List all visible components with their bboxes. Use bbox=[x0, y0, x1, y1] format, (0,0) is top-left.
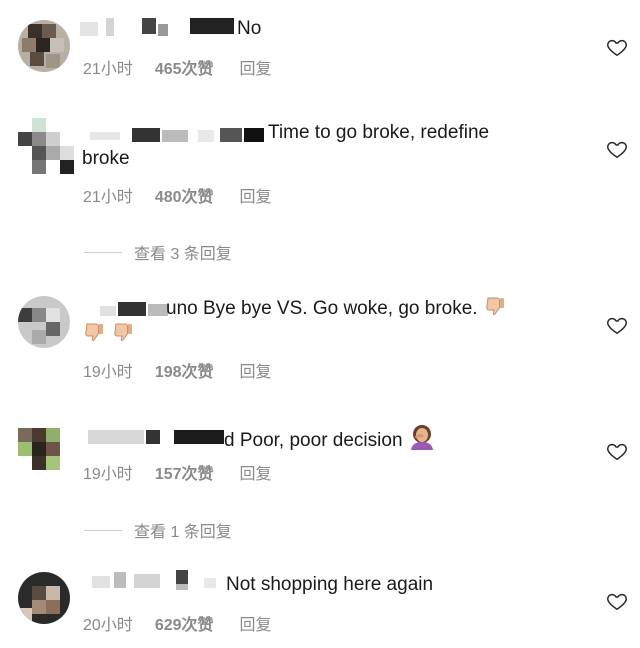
heart-outline-icon[interactable] bbox=[606, 314, 628, 336]
comment-item: uno Bye bye VS. Go woke, go broke. 19小时 … bbox=[0, 280, 640, 410]
reply-button[interactable]: 回复 bbox=[240, 611, 272, 635]
username-redacted[interactable] bbox=[80, 128, 264, 142]
avatar[interactable] bbox=[18, 296, 70, 348]
comment-text: No bbox=[237, 16, 261, 42]
comment-text-content: broke bbox=[82, 148, 130, 169]
comment-text-line2: broke bbox=[82, 146, 130, 172]
reply-button[interactable]: 回复 bbox=[240, 55, 272, 79]
comment-text-content: Not shopping here again bbox=[226, 574, 434, 595]
thumbs-down-icon bbox=[114, 323, 133, 341]
view-replies-button[interactable]: 查看 1 条回复 bbox=[84, 518, 232, 542]
divider bbox=[84, 251, 122, 253]
divider bbox=[84, 529, 122, 531]
heart-outline-icon[interactable] bbox=[606, 590, 628, 612]
face-palm-icon bbox=[410, 425, 433, 450]
reply-button[interactable]: 回复 bbox=[240, 183, 272, 207]
view-replies-label[interactable]: 查看 1 条回复 bbox=[134, 518, 232, 542]
username-redacted[interactable] bbox=[80, 18, 234, 36]
avatar[interactable] bbox=[18, 118, 74, 174]
comment-time: 21小时 bbox=[83, 61, 133, 78]
comment-meta: 20小时 629次赞 回复 bbox=[83, 611, 272, 635]
username-redacted[interactable] bbox=[100, 302, 170, 316]
comment-text-content: No bbox=[237, 18, 262, 39]
reply-button[interactable]: 回复 bbox=[240, 460, 272, 484]
like-count: 198次赞 bbox=[154, 364, 214, 381]
comment-item: Time to go broke, redefine broke 21小时 48… bbox=[0, 100, 640, 280]
comment-text-content: d Poor, poor decision bbox=[224, 430, 403, 451]
like-count: 480次赞 bbox=[154, 189, 214, 206]
comment-text: Time to go broke, redefine bbox=[268, 120, 489, 146]
comment-item: No 21小时 465次赞 回复 bbox=[0, 0, 640, 100]
comment-time: 19小时 bbox=[83, 364, 133, 381]
avatar[interactable] bbox=[18, 20, 70, 72]
comment-text: d Poor, poor decision bbox=[224, 424, 436, 454]
reply-button[interactable]: 回复 bbox=[240, 358, 272, 382]
heart-outline-icon[interactable] bbox=[606, 138, 628, 160]
view-replies-button[interactable]: 查看 3 条回复 bbox=[84, 240, 232, 264]
comment-emoji-line bbox=[82, 320, 135, 348]
view-replies-label[interactable]: 查看 3 条回复 bbox=[134, 240, 232, 264]
heart-outline-icon[interactable] bbox=[606, 440, 628, 462]
comment-meta: 19小时 157次赞 回复 bbox=[83, 460, 272, 484]
comment-text: Not shopping here again bbox=[226, 572, 433, 598]
heart-outline-icon[interactable] bbox=[606, 36, 628, 58]
thumbs-down-icon bbox=[85, 323, 103, 341]
comment-time: 19小时 bbox=[83, 466, 133, 483]
comment-text-content: uno Bye bye VS. Go woke, go broke. bbox=[166, 298, 478, 319]
username-redacted[interactable] bbox=[88, 430, 224, 444]
avatar[interactable] bbox=[18, 572, 70, 624]
comment-meta: 21小时 480次赞 回复 bbox=[83, 183, 272, 207]
comment-text-content: Time to go broke, redefine bbox=[268, 122, 490, 143]
comment-item: Not shopping here again 20小时 629次赞 回复 bbox=[0, 550, 640, 648]
like-count: 157次赞 bbox=[154, 466, 214, 483]
comment-time: 21小时 bbox=[83, 189, 133, 206]
comment-item: d Poor, poor decision 19小时 157次赞 回复 查看 1… bbox=[0, 410, 640, 550]
username-redacted[interactable] bbox=[92, 570, 218, 590]
like-count: 629次赞 bbox=[154, 617, 214, 634]
comment-meta: 19小时 198次赞 回复 bbox=[83, 358, 272, 382]
avatar[interactable] bbox=[18, 428, 70, 480]
like-count: 465次赞 bbox=[154, 61, 214, 78]
comment-meta: 21小时 465次赞 回复 bbox=[83, 55, 272, 79]
thumbs-down-icon bbox=[486, 297, 504, 315]
comment-text: uno Bye bye VS. Go woke, go broke. bbox=[166, 294, 507, 322]
comment-time: 20小时 bbox=[83, 617, 133, 634]
